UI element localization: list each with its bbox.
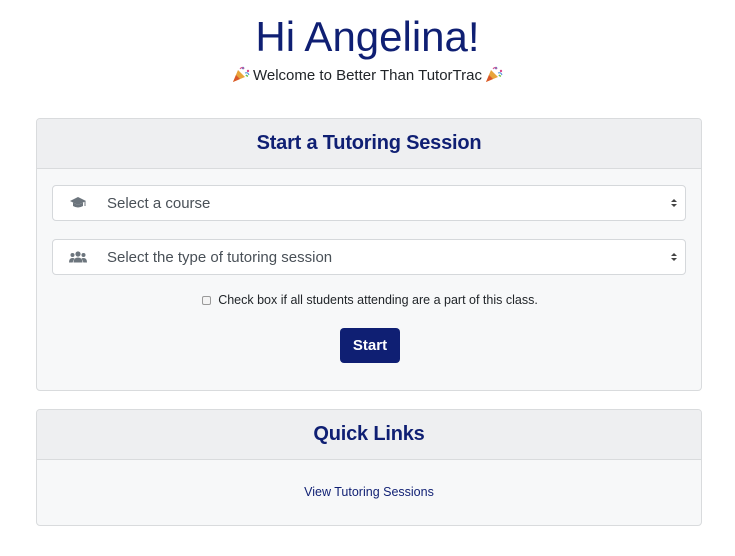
party-popper-icon (233, 66, 250, 82)
view-tutoring-sessions-link[interactable]: View Tutoring Sessions (37, 485, 701, 499)
all-students-checkbox[interactable] (202, 295, 212, 305)
course-select[interactable]: Select a course (52, 185, 686, 221)
session-type-select-value: Select the type of tutoring session (107, 248, 333, 266)
quick-links-header: Quick Links (37, 410, 701, 460)
select-caret-icon (663, 199, 685, 207)
quick-links-title: Quick Links (313, 423, 425, 445)
start-session-title: Start a Tutoring Session (256, 132, 482, 154)
welcome-text: Welcome to Better Than TutorTrac (253, 67, 482, 84)
all-students-check-row: Check box if all students attending are … (37, 293, 701, 307)
select-caret-icon (663, 253, 685, 261)
party-popper-icon (485, 66, 503, 82)
start-session-card: Start a Tutoring Session Select a course… (36, 118, 702, 391)
welcome-message: Welcome to Better Than TutorTrac (0, 65, 735, 87)
graduation-cap-icon (53, 186, 103, 220)
all-students-checkbox-label: Check box if all students attending are … (218, 293, 538, 307)
users-icon (53, 240, 103, 274)
quick-links-card: Quick Links View Tutoring Sessions (36, 409, 702, 526)
session-type-select[interactable]: Select the type of tutoring session (52, 239, 686, 275)
start-session-header: Start a Tutoring Session (37, 119, 701, 169)
greeting-heading: Hi Angelina! (255, 13, 480, 60)
course-select-value: Select a course (107, 194, 211, 212)
start-button[interactable]: Start (340, 328, 400, 363)
